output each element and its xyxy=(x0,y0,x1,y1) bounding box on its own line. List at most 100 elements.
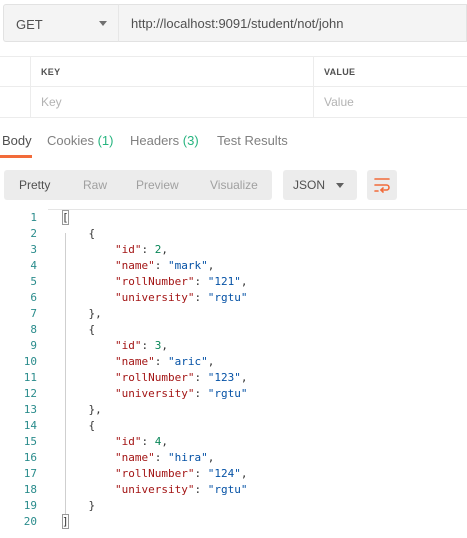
json-punctuation: : xyxy=(141,435,155,448)
method-select[interactable]: GET xyxy=(3,4,118,42)
raw-button[interactable]: Raw xyxy=(83,178,107,192)
code-text: "name": "mark", xyxy=(62,259,214,272)
json-string: "121" xyxy=(207,275,241,288)
json-punctuation xyxy=(62,243,115,256)
response-tabs: Body Cookies (1) Headers (3) Test Result… xyxy=(0,128,467,158)
json-punctuation: : xyxy=(194,291,208,304)
json-punctuation: , xyxy=(161,435,168,448)
json-punctuation: : xyxy=(141,339,155,352)
json-punctuation: , xyxy=(161,243,168,256)
visualize-button[interactable]: Visualize xyxy=(210,178,258,192)
tab-test-results[interactable]: Test Results xyxy=(217,133,288,148)
params-header-checkbox-cell xyxy=(0,57,30,86)
pretty-button[interactable]: Pretty xyxy=(19,178,50,192)
request-bar: GET http://localhost:9091/student/not/jo… xyxy=(0,0,467,48)
code-text: }, xyxy=(62,307,102,320)
json-punctuation: , xyxy=(207,355,215,368)
line-number: 2 xyxy=(30,227,37,240)
json-punctuation xyxy=(62,371,115,384)
line-number: 11 xyxy=(23,371,37,384)
code-text: "rollNumber": "123", xyxy=(62,371,247,384)
line-number: 3 xyxy=(30,243,37,256)
value-input[interactable]: Value xyxy=(313,87,467,117)
wrap-lines-icon xyxy=(374,178,390,193)
line-number: 6 xyxy=(30,291,37,304)
tab-cookies[interactable]: Cookies (1) xyxy=(47,133,113,148)
json-punctuation: , xyxy=(161,339,168,352)
json-key: "id" xyxy=(114,435,142,448)
json-key: "name" xyxy=(114,355,155,368)
params-header-value: VALUE xyxy=(313,57,467,86)
json-punctuation: [ xyxy=(62,211,69,224)
tab-headers[interactable]: Headers (3) xyxy=(130,133,199,148)
json-key: "name" xyxy=(114,259,155,272)
line-number: 12 xyxy=(23,387,37,400)
json-punctuation: , xyxy=(207,259,215,272)
json-key: "rollNumber" xyxy=(114,275,195,288)
active-tab-indicator xyxy=(0,155,32,158)
line-number: 9 xyxy=(30,339,37,352)
json-punctuation: : xyxy=(141,243,155,256)
code-line: 18 "university": "rgtu" xyxy=(0,482,467,498)
code-text: { xyxy=(62,323,95,336)
code-text: "id": 3, xyxy=(62,339,168,352)
format-label: JSON xyxy=(293,178,326,192)
line-number: 18 xyxy=(23,483,37,496)
tab-cookies-label: Cookies xyxy=(47,133,94,148)
json-punctuation xyxy=(62,451,115,464)
response-toolbar: Pretty Raw Preview Visualize JSON xyxy=(0,170,467,200)
code-line: 9 "id": 3, xyxy=(0,338,467,354)
json-punctuation: : xyxy=(154,451,168,464)
code-text: ] xyxy=(62,515,69,528)
code-line: 11 "rollNumber": "123", xyxy=(0,370,467,386)
code-text: "name": "aric", xyxy=(62,355,214,368)
json-string: "rgtu" xyxy=(207,291,248,304)
json-punctuation: , xyxy=(240,275,248,288)
tab-body[interactable]: Body xyxy=(2,133,32,148)
line-number: 14 xyxy=(23,419,37,432)
key-input[interactable]: Key xyxy=(30,87,313,117)
line-number: 10 xyxy=(23,355,37,368)
wrap-lines-button[interactable] xyxy=(367,170,397,200)
format-select[interactable]: JSON xyxy=(283,170,357,200)
url-input[interactable]: http://localhost:9091/student/not/john xyxy=(118,4,467,42)
line-number: 4 xyxy=(30,259,37,272)
code-text: "id": 4, xyxy=(62,435,168,448)
chevron-down-icon xyxy=(99,21,107,26)
code-line: 2 { xyxy=(0,226,467,242)
code-line: 7 }, xyxy=(0,306,467,322)
value-placeholder: Value xyxy=(324,95,354,109)
json-punctuation: }, xyxy=(62,307,102,320)
code-line: 10 "name": "aric", xyxy=(0,354,467,370)
json-punctuation xyxy=(62,291,115,304)
view-mode-group: Pretty Raw Preview Visualize xyxy=(4,170,272,200)
line-number: 7 xyxy=(30,307,37,320)
code-text: "rollNumber": "124", xyxy=(62,467,247,480)
json-punctuation: } xyxy=(62,499,96,512)
json-punctuation: : xyxy=(154,259,168,272)
json-punctuation: { xyxy=(62,419,96,432)
code-line: 12 "university": "rgtu" xyxy=(0,386,467,402)
json-punctuation: { xyxy=(62,227,96,240)
json-punctuation: , xyxy=(240,467,248,480)
json-punctuation: ] xyxy=(62,515,69,528)
json-punctuation: : xyxy=(194,387,208,400)
code-text: "rollNumber": "121", xyxy=(62,275,247,288)
code-line: 16 "name": "hira", xyxy=(0,450,467,466)
json-punctuation: , xyxy=(207,451,215,464)
key-header: KEY xyxy=(41,67,61,77)
code-line: 1[ xyxy=(0,210,467,226)
json-string: "rgtu" xyxy=(207,387,248,400)
chevron-down-icon xyxy=(336,183,344,188)
code-line: 8 { xyxy=(0,322,467,338)
code-text: "university": "rgtu" xyxy=(62,483,247,496)
url-text: http://localhost:9091/student/not/john xyxy=(131,16,344,31)
json-string: "aric" xyxy=(167,355,208,368)
code-text: } xyxy=(62,499,95,512)
json-punctuation: : xyxy=(154,355,168,368)
code-line: 19 } xyxy=(0,498,467,514)
json-punctuation: : xyxy=(194,275,208,288)
json-punctuation xyxy=(62,387,115,400)
response-body-editor[interactable]: 1[2 {3 "id": 2, 4 "name": "mark", 5 "rollN… xyxy=(0,209,467,538)
preview-button[interactable]: Preview xyxy=(136,178,179,192)
